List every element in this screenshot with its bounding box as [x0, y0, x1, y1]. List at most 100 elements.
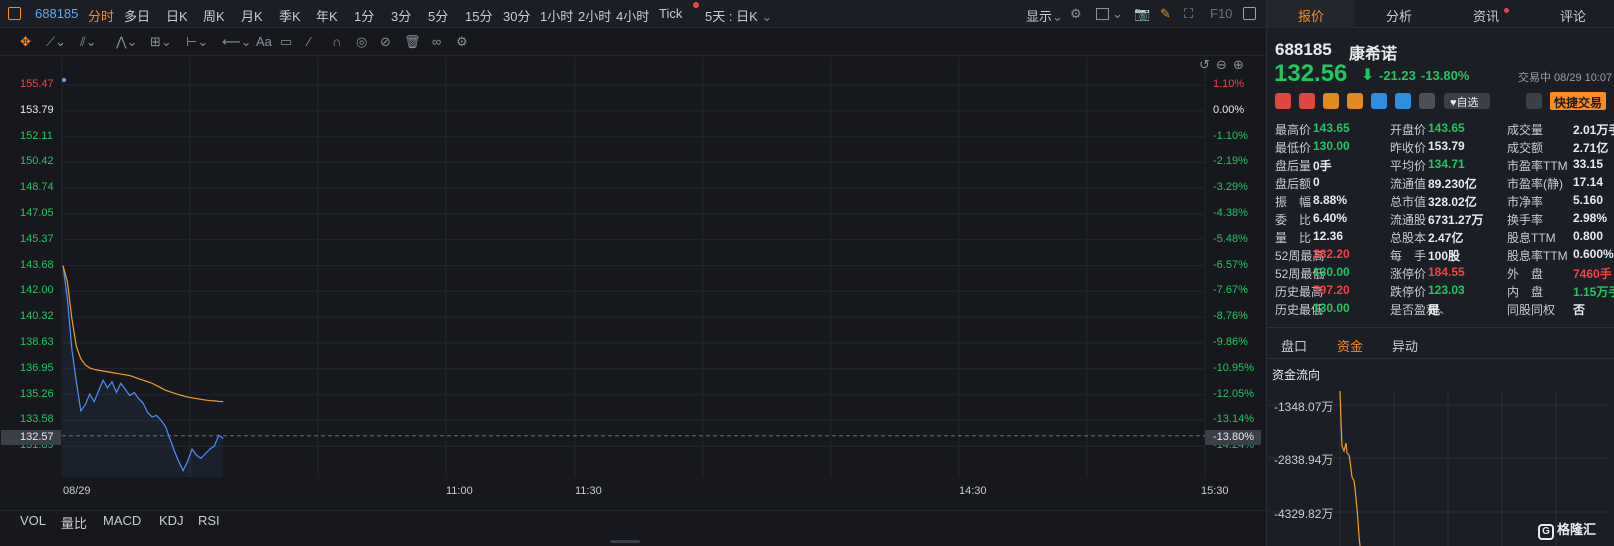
zoom-in-icon[interactable]: ⊕ — [1233, 57, 1244, 73]
fib-tool-icon[interactable]: ⊞⌄ — [150, 34, 172, 50]
flag-icon[interactable] — [1275, 93, 1291, 109]
eraser-icon[interactable]: ∕ — [308, 34, 310, 49]
indicator-rsi[interactable]: RSI — [198, 513, 220, 528]
measure-tool-icon[interactable]: ⊢⌄ — [186, 34, 208, 50]
lightning-icon[interactable] — [1299, 93, 1315, 109]
tab-5day-dayk[interactable]: 5天 : 日K ⌄ — [705, 6, 772, 25]
channel-tool-icon[interactable]: ⫽⌄ — [80, 34, 97, 50]
quote-label: 换手率 — [1507, 213, 1544, 227]
layout-select-icon[interactable] — [1096, 8, 1109, 20]
indicator-kdj[interactable]: KDJ — [159, 513, 184, 528]
f10-button[interactable]: F10 — [1210, 6, 1232, 21]
quote-label: 内 盘 — [1507, 285, 1544, 299]
subtab-zijin[interactable]: 资金 — [1337, 336, 1363, 355]
quick-trade-button[interactable]: 快捷交易 — [1550, 92, 1606, 110]
logo-g-icon: G — [1538, 524, 1554, 540]
quote-value: 143.65 — [1313, 121, 1350, 135]
y-axis-pct-label: -3.29% — [1213, 181, 1248, 194]
indicator-vol[interactable]: VOL — [20, 513, 46, 528]
subtab-pankou[interactable]: 盘口 — [1281, 336, 1307, 355]
y-axis-price-label: 148.74 — [20, 181, 54, 194]
tab-year-k[interactable]: 年K — [316, 6, 338, 25]
tab-5min[interactable]: 5分 — [428, 6, 448, 25]
quote-value: 0手 — [1313, 159, 1332, 173]
tab-analysis[interactable]: 分析 — [1386, 6, 1412, 25]
magnet-icon[interactable]: ∩ — [332, 34, 341, 49]
zoom-out-icon[interactable]: ⊖ — [1216, 57, 1227, 73]
bell-icon[interactable] — [1526, 93, 1542, 109]
quote-value: 89.230亿 — [1428, 177, 1477, 191]
comment-icon[interactable]: ▭ — [280, 34, 292, 50]
quote-value: 17.14 — [1573, 175, 1604, 189]
tab-day-k[interactable]: 日K — [166, 6, 188, 25]
move-icon[interactable]: ✥ — [20, 34, 31, 50]
x-label-1530: 15:30 — [1201, 485, 1229, 497]
quote-value: 6.40% — [1313, 211, 1348, 225]
sidebar-toggle-icon[interactable] — [1243, 7, 1256, 20]
link-icon[interactable]: ∞ — [432, 34, 441, 49]
trash-icon[interactable]: 🗑 — [404, 34, 421, 50]
panel-resize-handle[interactable] — [610, 540, 640, 543]
collapse-chevron-icon[interactable]: ⌃ — [1436, 309, 1446, 323]
hide-icon[interactable]: ⊘ — [380, 34, 391, 50]
watchlist-button[interactable]: ♥自选 — [1444, 93, 1490, 109]
layout-icon[interactable] — [8, 7, 21, 20]
tab-4hour[interactable]: 4小时 — [616, 6, 649, 25]
tab-duori[interactable]: 多日 — [124, 6, 150, 25]
tab-quote[interactable]: 报价 — [1298, 6, 1324, 25]
eye-icon[interactable]: ◎ — [356, 34, 367, 50]
intraday-chart[interactable] — [0, 57, 1266, 502]
tab-news[interactable]: 资讯 — [1473, 6, 1499, 25]
tab-comments[interactable]: 评论 — [1560, 6, 1586, 25]
tab-fenshi[interactable]: 分时 — [88, 6, 114, 25]
quote-value: 1.15万手 — [1573, 285, 1614, 299]
subtab-yidong[interactable]: 异动 — [1392, 336, 1418, 355]
quote-value: 134.71 — [1428, 157, 1465, 171]
text-tool-icon[interactable]: Aa — [256, 34, 272, 49]
quote-value: 否 — [1573, 303, 1586, 317]
quote-value: 130.00 — [1313, 301, 1350, 315]
chart-icon[interactable] — [1347, 93, 1363, 109]
tab-30min[interactable]: 30分 — [503, 6, 530, 25]
fullscreen-icon[interactable]: ⛶ — [1184, 6, 1193, 22]
display-menu[interactable]: 显示⌄ — [1026, 6, 1063, 25]
flow-line — [1339, 391, 1361, 546]
quote-value: 130.00 — [1313, 139, 1350, 153]
doc-icon[interactable] — [1419, 93, 1435, 109]
pencil-icon[interactable]: ✎ — [1160, 6, 1171, 22]
quote-value: 382.20 — [1313, 247, 1350, 261]
average-series — [62, 265, 224, 403]
line-tool-icon[interactable]: ⟋⌄ — [46, 34, 66, 50]
tab-week-k[interactable]: 周K — [203, 6, 225, 25]
quote-label: 昨收价 — [1390, 141, 1427, 155]
camera-icon[interactable]: 📷 — [1134, 6, 1150, 22]
tab-tick[interactable]: Tick — [659, 6, 682, 21]
flow-label-1: -1348.07万 — [1274, 400, 1334, 414]
tab-15min[interactable]: 15分 — [465, 6, 492, 25]
tab-2hour[interactable]: 2小时 — [578, 6, 611, 25]
tab-month-k[interactable]: 月K — [241, 6, 263, 25]
tab-1hour[interactable]: 1小时 — [540, 6, 573, 25]
tab-3min[interactable]: 3分 — [391, 6, 411, 25]
y-axis-price-label: 143.68 — [20, 258, 54, 271]
tag-icon[interactable] — [1395, 93, 1411, 109]
x-label-1430: 14:30 — [959, 485, 987, 497]
y-axis-pct-label: -10.95% — [1213, 361, 1254, 374]
indicator-liangbi[interactable]: 量比 — [61, 513, 87, 532]
tab-quarter-k[interactable]: 季K — [279, 6, 301, 25]
wave-tool-icon[interactable]: ⋀⌄ — [116, 34, 138, 50]
report-icon[interactable] — [1323, 93, 1339, 109]
shuffle-icon[interactable] — [1371, 93, 1387, 109]
gear-icon[interactable]: ⚙ — [1070, 6, 1082, 22]
drawing-toolbar: ✥ ⟋⌄ ⫽⌄ ⋀⌄ ⊞⌄ ⊢⌄ ⟵⌄ Aa ▭ ∕ ∩ ◎ ⊘ 🗑 ∞ ⚙ — [0, 28, 1266, 56]
chevron-down-icon[interactable]: ⌄ — [1112, 6, 1123, 22]
tab-5day-label: 5天 : 日K — [705, 9, 758, 24]
y-axis-pct-label: -1.10% — [1213, 129, 1248, 142]
indicator-macd[interactable]: MACD — [103, 513, 141, 528]
settings-icon[interactable]: ⚙ — [456, 34, 468, 50]
x-label-1100: 11:00 — [446, 485, 473, 497]
tab-1min[interactable]: 1分 — [354, 6, 374, 25]
reset-icon[interactable]: ↺ — [1199, 57, 1210, 73]
arrow-tool-icon[interactable]: ⟵⌄ — [222, 34, 252, 50]
chart-canvas[interactable] — [0, 57, 1266, 502]
